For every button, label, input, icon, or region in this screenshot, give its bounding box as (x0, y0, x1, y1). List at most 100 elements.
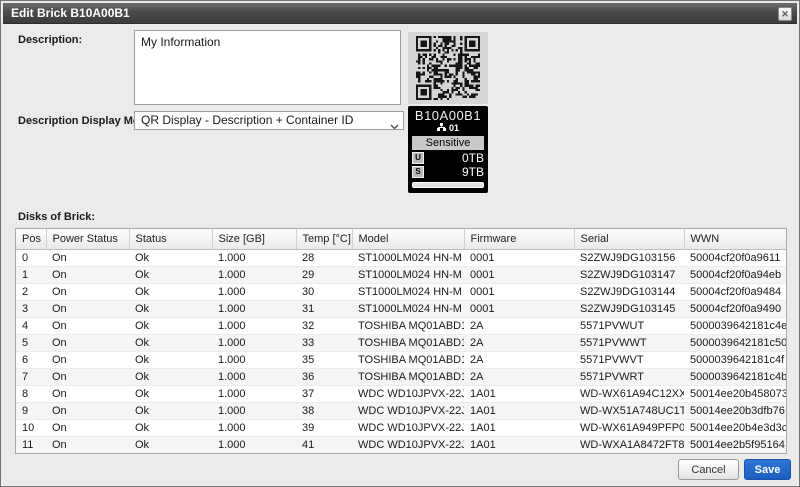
table-cell: 1.000 (212, 419, 296, 436)
table-cell: On (46, 419, 129, 436)
table-cell: WDC WD10JPVX-22J ATA (352, 436, 464, 453)
column-label: WWN (691, 233, 720, 245)
table-row[interactable]: 9OnOk1.00038WDC WD10JPVX-22J ATA1A01WD-W… (16, 402, 786, 419)
table-cell: 50004cf20f0a9484 (684, 283, 786, 300)
table-cell: On (46, 368, 129, 385)
column-header-wwn[interactable]: WWN (684, 229, 786, 249)
column-header-model[interactable]: Model (352, 229, 464, 249)
table-cell: 50014ee2b5f95164 (684, 436, 786, 453)
dialog-title: Edit Brick B10A00B1 (11, 6, 130, 20)
table-cell: 29 (296, 266, 352, 283)
table-cell: Ok (129, 266, 212, 283)
display-mode-select[interactable]: QR Display - Description + Container ID (134, 111, 404, 130)
table-cell: On (46, 385, 129, 402)
table-cell: Ok (129, 249, 212, 266)
table-row[interactable]: 6OnOk1.00035TOSHIBA MQ01ABD1 ATA2A5571PV… (16, 351, 786, 368)
description-input[interactable]: My Information (134, 30, 401, 105)
table-row[interactable]: 10OnOk1.00039WDC WD10JPVX-22J ATA1A01WD-… (16, 419, 786, 436)
table-cell: Ok (129, 351, 212, 368)
table-cell: 39 (296, 419, 352, 436)
table-cell: TOSHIBA MQ01ABD1 ATA (352, 351, 464, 368)
table-cell: 1A01 (464, 402, 574, 419)
table-cell: 1.000 (212, 317, 296, 334)
table-cell: Ok (129, 317, 212, 334)
table-cell: 5571PVWUT (574, 317, 684, 334)
table-cell: 33 (296, 334, 352, 351)
usage-key: U (412, 152, 424, 164)
table-cell: WD-WXA1A8472FT8 (574, 436, 684, 453)
table-cell: WD-WX61A949PFP0 (574, 419, 684, 436)
column-header-serial[interactable]: Serial (574, 229, 684, 249)
table-cell: ST1000LM024 HN-M ATA (352, 283, 464, 300)
table-cell: 10 (16, 419, 46, 436)
qr-code-image (408, 32, 488, 104)
chevron-down-icon (390, 118, 399, 135)
size-key: S (412, 166, 424, 178)
table-cell: 7 (16, 368, 46, 385)
table-cell: TOSHIBA MQ01ABD1 ATA (352, 368, 464, 385)
table-cell: 38 (296, 402, 352, 419)
table-cell: Ok (129, 283, 212, 300)
brick-label-preview: B10A00B1 01 Sensitive U 0TB S 9TB (408, 106, 488, 193)
table-cell: On (46, 300, 129, 317)
table-row[interactable]: 8OnOk1.00037WDC WD10JPVX-22J ATA1A01WD-W… (16, 385, 786, 402)
label-usage-bar (412, 182, 484, 188)
table-cell: 1.000 (212, 300, 296, 317)
column-header-power-status[interactable]: Power Status (46, 229, 129, 249)
table-cell: 5000039642181c4e (684, 317, 786, 334)
table-row[interactable]: 4OnOk1.00032TOSHIBA MQ01ABD1 ATA2A5571PV… (16, 317, 786, 334)
table-cell: 4 (16, 317, 46, 334)
table-cell: 1.000 (212, 402, 296, 419)
table-row[interactable]: 2OnOk1.00030ST1000LM024 HN-M ATA0001S2ZW… (16, 283, 786, 300)
column-header-pos[interactable]: Pos▲ (16, 229, 46, 249)
table-row[interactable]: 7OnOk1.00036TOSHIBA MQ01ABD1 ATA2A5571PV… (16, 368, 786, 385)
table-cell: Ok (129, 300, 212, 317)
column-header-status[interactable]: Status (129, 229, 212, 249)
table-cell: On (46, 402, 129, 419)
edit-brick-dialog: Edit Brick B10A00B1 ✕ Description: My In… (0, 0, 800, 487)
table-cell: WDC WD10JPVX-22J ATA (352, 402, 464, 419)
table-cell: 9 (16, 402, 46, 419)
display-mode-value: QR Display - Description + Container ID (141, 113, 353, 127)
table-cell: S2ZWJ9DG103145 (574, 300, 684, 317)
table-cell: 1A01 (464, 419, 574, 436)
table-cell: 0001 (464, 300, 574, 317)
table-cell: 2A (464, 351, 574, 368)
table-cell: ST1000LM024 HN-M ATA (352, 300, 464, 317)
close-icon[interactable]: ✕ (778, 7, 792, 21)
table-cell: 50014ee20b458073 (684, 385, 786, 402)
table-cell: 2 (16, 283, 46, 300)
table-cell: ST1000LM024 HN-M ATA (352, 249, 464, 266)
table-body: 0OnOk1.00028ST1000LM024 HN-M ATA0001S2ZW… (16, 249, 786, 453)
table-row[interactable]: 3OnOk1.00031ST1000LM024 HN-M ATA0001S2ZW… (16, 300, 786, 317)
table-cell: TOSHIBA MQ01ABD1 ATA (352, 317, 464, 334)
table-cell: 50014ee20b3dfb76 (684, 402, 786, 419)
table-cell: On (46, 266, 129, 283)
table-cell: 5571PVWWT (574, 334, 684, 351)
table-row[interactable]: 5OnOk1.00033TOSHIBA MQ01ABD1 ATA2A5571PV… (16, 334, 786, 351)
table-cell: S2ZWJ9DG103147 (574, 266, 684, 283)
table-row[interactable]: 11OnOk1.00041WDC WD10JPVX-22J ATA1A01WD-… (16, 436, 786, 453)
dialog-titlebar: Edit Brick B10A00B1 ✕ (3, 3, 797, 24)
column-header-size-gb[interactable]: Size [GB] (212, 229, 296, 249)
table-cell: Ok (129, 368, 212, 385)
table-cell: 3 (16, 300, 46, 317)
table-cell: 1A01 (464, 385, 574, 402)
label-size-row: S 9TB (412, 166, 484, 178)
table-cell: On (46, 334, 129, 351)
column-header-firmware[interactable]: Firmware (464, 229, 574, 249)
save-button[interactable]: Save (744, 459, 791, 480)
table-cell: 41 (296, 436, 352, 453)
table-row[interactable]: 0OnOk1.00028ST1000LM024 HN-M ATA0001S2ZW… (16, 249, 786, 266)
table-row[interactable]: 1OnOk1.00029ST1000LM024 HN-M ATA0001S2ZW… (16, 266, 786, 283)
usage-value: 0TB (424, 152, 484, 164)
column-header-temp-c[interactable]: Temp [°C] (296, 229, 352, 249)
table-cell: 1A01 (464, 436, 574, 453)
table-cell: 0001 (464, 283, 574, 300)
table-cell: 2A (464, 334, 574, 351)
cancel-button[interactable]: Cancel (678, 459, 739, 480)
table-cell: 1.000 (212, 334, 296, 351)
table-cell: 5000039642181c4b (684, 368, 786, 385)
table-cell: 37 (296, 385, 352, 402)
table-cell: 5 (16, 334, 46, 351)
